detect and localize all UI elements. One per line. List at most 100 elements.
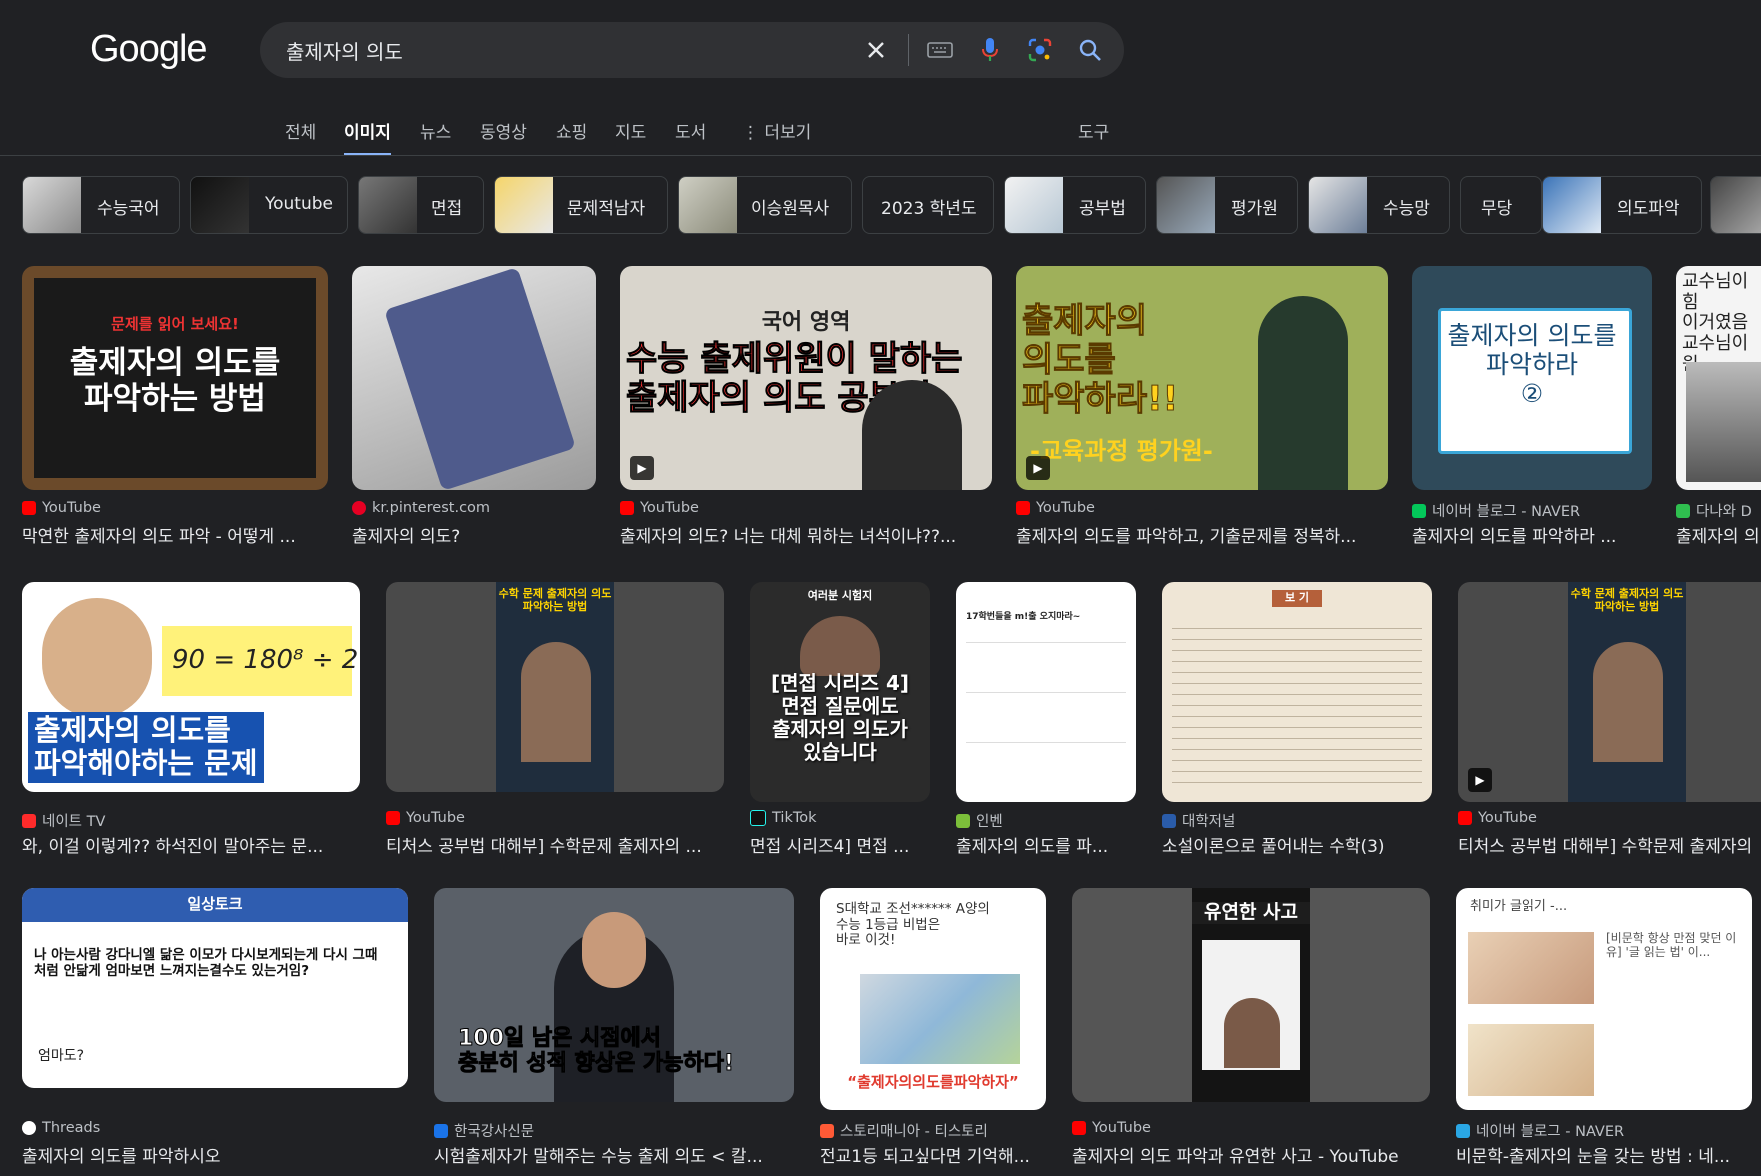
result-source[interactable]: kr.pinterest.com [352,500,490,516]
result-title[interactable]: 출제자의 의도를 파악하시오 [22,1142,408,1167]
chip-thumbnail [495,177,553,233]
result-source[interactable]: 스토리매니아 - 티스토리 [820,1120,988,1141]
google-logo[interactable]: Google [90,28,208,71]
result-source[interactable]: 네이트 TV [22,810,105,831]
result-card[interactable]: 출제자의 의도를 파악하라 ② 네이버 블로그 - NAVER 출제자의 의도를… [1412,266,1652,547]
result-source[interactable]: Threads [22,1120,100,1136]
tab-tools[interactable]: 도구 [1078,118,1109,156]
result-card[interactable]: S대학교 조선****** A양의 수능 1등급 비법은 바로 이것! “출제자… [820,888,1046,1176]
result-title[interactable]: 티처스 공부법 대해부] 수학문제 출제자의 ... [386,832,724,857]
result-card[interactable]: 교수님이 힘 이거였음 교수님이원 다나와 D 출제자의 의 [1676,266,1761,547]
result-card[interactable]: 유연한 사고 YouTube 출제자의 의도 파악과 유연한 사고 - YouT… [1072,888,1430,1176]
clear-icon[interactable] [860,34,892,66]
result-thumbnail[interactable]: 일상토크 나 아는사람 강다니엘 닮은 이모가 다시보게되는게 다시 그때 처럼… [22,888,408,1088]
result-thumbnail[interactable]: 100일 남은 시점에서 충분히 성적 향상은 가능하다! [434,888,794,1102]
lens-icon[interactable] [1024,34,1056,66]
result-source[interactable]: 다나와 D [1676,500,1752,521]
chip-suneungmang[interactable]: 수능망 [1308,176,1450,234]
tab-books[interactable]: 도서 [675,118,706,156]
result-source[interactable]: 네이버 블로그 - NAVER [1456,1120,1624,1141]
result-thumbnail[interactable]: 수학 문제 출제자의 의도 파악하는 방법 ▶ [1458,582,1761,802]
result-card[interactable]: 출제자의 의도를 파악하라!! -교육과정 평가원- ▶ YouTube 출제자… [1016,266,1388,547]
result-title[interactable]: 출제자의 의도? 너는 대체 뭐하는 녀석이냐??... [620,522,992,547]
chip-study-method[interactable]: 공부법 [1004,176,1146,234]
result-source[interactable]: YouTube [1458,810,1537,826]
result-source[interactable]: TikTok [750,810,817,826]
search-bar[interactable]: 출제자의 의도 [260,22,1124,78]
result-thumbnail[interactable]: 수학 문제 출제자의 의도 파악하는 방법 [386,582,724,792]
result-thumbnail[interactable]: S대학교 조선****** A양의 수능 1등급 비법은 바로 이것! “출제자… [820,888,1046,1110]
chip-suneung-korean[interactable]: 수능국어 [22,176,180,234]
result-card[interactable]: 보 기 대학저널 소설이론으로 풀어내는 수학(3) [1162,582,1432,862]
result-title[interactable]: 출제자의 의 [1676,522,1761,547]
result-thumbnail[interactable]: 출제자의 의도를 파악하라!! -교육과정 평가원- ▶ [1016,266,1388,490]
result-thumbnail[interactable] [352,266,596,490]
result-card[interactable]: 100일 남은 시점에서 충분히 성적 향상은 가능하다! 한국강사신문 시험출… [434,888,794,1176]
mic-icon[interactable] [974,34,1006,66]
chip-interview[interactable]: 면접 [358,176,484,234]
result-source[interactable]: 한국강사신문 [434,1120,534,1141]
result-thumbnail[interactable]: 여러분 시험지 [면접 시리즈 4] 면접 질문에도 출제자의 의도가 있습니다 [750,582,930,802]
result-card[interactable]: 수학 문제 출제자의 의도 파악하는 방법 ▶ YouTube 티처스 공부법 … [1458,582,1761,862]
result-card[interactable]: 일상토크 나 아는사람 강다니엘 닮은 이모가 다시보게되는게 다시 그때 처럼… [22,888,408,1176]
result-thumbnail[interactable]: 17학번들을 m!출 오지마라~ [956,582,1136,802]
chip-shaman[interactable]: 무당 [1460,176,1542,234]
chip-pastor[interactable]: 이승원목사 [678,176,852,234]
result-title[interactable]: 면접 시리즈4] 면접 ... [750,832,930,857]
chip-2023[interactable]: 2023 학년도 [862,176,994,234]
result-card[interactable]: kr.pinterest.com 출제자의 의도? [352,266,596,547]
keyboard-icon[interactable] [924,34,956,66]
result-source[interactable]: YouTube [386,810,465,826]
result-source[interactable]: YouTube [22,500,101,516]
result-thumbnail[interactable]: 취미가 글읽기 -... [비문학 항상 만점 맞던 이유] '글 읽는 법' … [1456,888,1752,1110]
result-card[interactable]: 17학번들을 m!출 오지마라~ 인벤 출제자의 의도를 파... [956,582,1136,862]
tab-all[interactable]: 전체 [285,118,316,156]
result-title[interactable]: 출제자의 의도를 파악하고, 기출문제를 정복하... [1016,522,1388,547]
chip-next[interactable] [1710,176,1761,234]
tab-maps[interactable]: 지도 [615,118,646,156]
result-title[interactable]: 비문학-출제자의 눈을 갖는 방법 : 네... [1456,1142,1752,1167]
result-title[interactable]: 출제자의 의도를 파... [956,832,1136,857]
result-source[interactable]: YouTube [1072,1120,1151,1136]
chip-intent[interactable]: 의도파악 [1542,176,1702,234]
result-card[interactable]: 수학 문제 출제자의 의도 파악하는 방법 YouTube 티처스 공부법 대해… [386,582,724,862]
result-card[interactable]: 문제를 읽어 보세요! 출제자의 의도를 파악하는 방법 YouTube 막연한… [22,266,328,547]
result-card[interactable]: 여러분 시험지 [면접 시리즈 4] 면접 질문에도 출제자의 의도가 있습니다… [750,582,930,862]
chip-kice[interactable]: 평가원 [1156,176,1298,234]
tab-images[interactable]: 이미지 [344,118,391,156]
result-title[interactable]: 티처스 공부법 대해부] 수학문제 출제자의 [1458,832,1761,857]
result-title[interactable]: 전교1등 되고싶다면 기억해... [820,1142,1046,1167]
tab-news[interactable]: 뉴스 [420,118,451,156]
result-source[interactable]: 네이버 블로그 - NAVER [1412,500,1580,521]
tab-shopping[interactable]: 쇼핑 [556,118,587,156]
search-icon[interactable] [1074,34,1106,66]
result-thumbnail[interactable]: 보 기 [1162,582,1432,802]
result-source[interactable]: YouTube [1016,500,1095,516]
tab-more[interactable]: ⋮ 더보기 [742,118,811,156]
chip-youtube[interactable]: Youtube [190,176,348,234]
result-thumbnail[interactable]: 90 = 180⁸ ÷ 2 출제자의 의도를 파악해야하는 문제 [22,582,360,792]
result-card[interactable]: 국어 영역 수능 출제위원이 말하는 출제자의 의도 공부법 ▶ YouTube… [620,266,992,547]
result-title[interactable]: 소설이론으로 풀어내는 수학(3) [1162,832,1432,857]
result-thumbnail[interactable]: 문제를 읽어 보세요! 출제자의 의도를 파악하는 방법 [22,266,328,490]
result-title[interactable]: 막연한 출제자의 의도 파악 - 어떻게 ... [22,522,328,547]
result-thumbnail[interactable]: 출제자의 의도를 파악하라 ② [1412,266,1652,490]
result-thumbnail[interactable]: 국어 영역 수능 출제위원이 말하는 출제자의 의도 공부법 ▶ [620,266,992,490]
tab-videos[interactable]: 동영상 [480,118,527,156]
result-card[interactable]: 취미가 글읽기 -... [비문학 항상 만점 맞던 이유] '글 읽는 법' … [1456,888,1752,1176]
result-title[interactable]: 출제자의 의도 파악과 유연한 사고 - YouTube [1072,1142,1430,1167]
source-label: YouTube [42,500,101,516]
chip-problem-man[interactable]: 문제적남자 [494,176,668,234]
chip-thumbnail [23,177,81,233]
result-source[interactable]: 대학저널 [1162,810,1235,831]
result-title[interactable]: 출제자의 의도를 파악하라 ... [1412,522,1652,547]
result-title[interactable]: 와, 이걸 이렇게?? 하석진이 말아주는 문... [22,832,360,857]
result-title[interactable]: 출제자의 의도? [352,522,596,547]
result-thumbnail[interactable]: 유연한 사고 [1072,888,1430,1102]
result-thumbnail[interactable]: 교수님이 힘 이거였음 교수님이원 [1676,266,1761,490]
search-input[interactable]: 출제자의 의도 [286,36,403,65]
result-source[interactable]: 인벤 [956,810,1003,831]
result-source[interactable]: YouTube [620,500,699,516]
result-card[interactable]: 90 = 180⁸ ÷ 2 출제자의 의도를 파악해야하는 문제 네이트 TV … [22,582,360,862]
result-title[interactable]: 시험출제자가 말해주는 수능 출제 의도 < 칼... [434,1142,794,1167]
